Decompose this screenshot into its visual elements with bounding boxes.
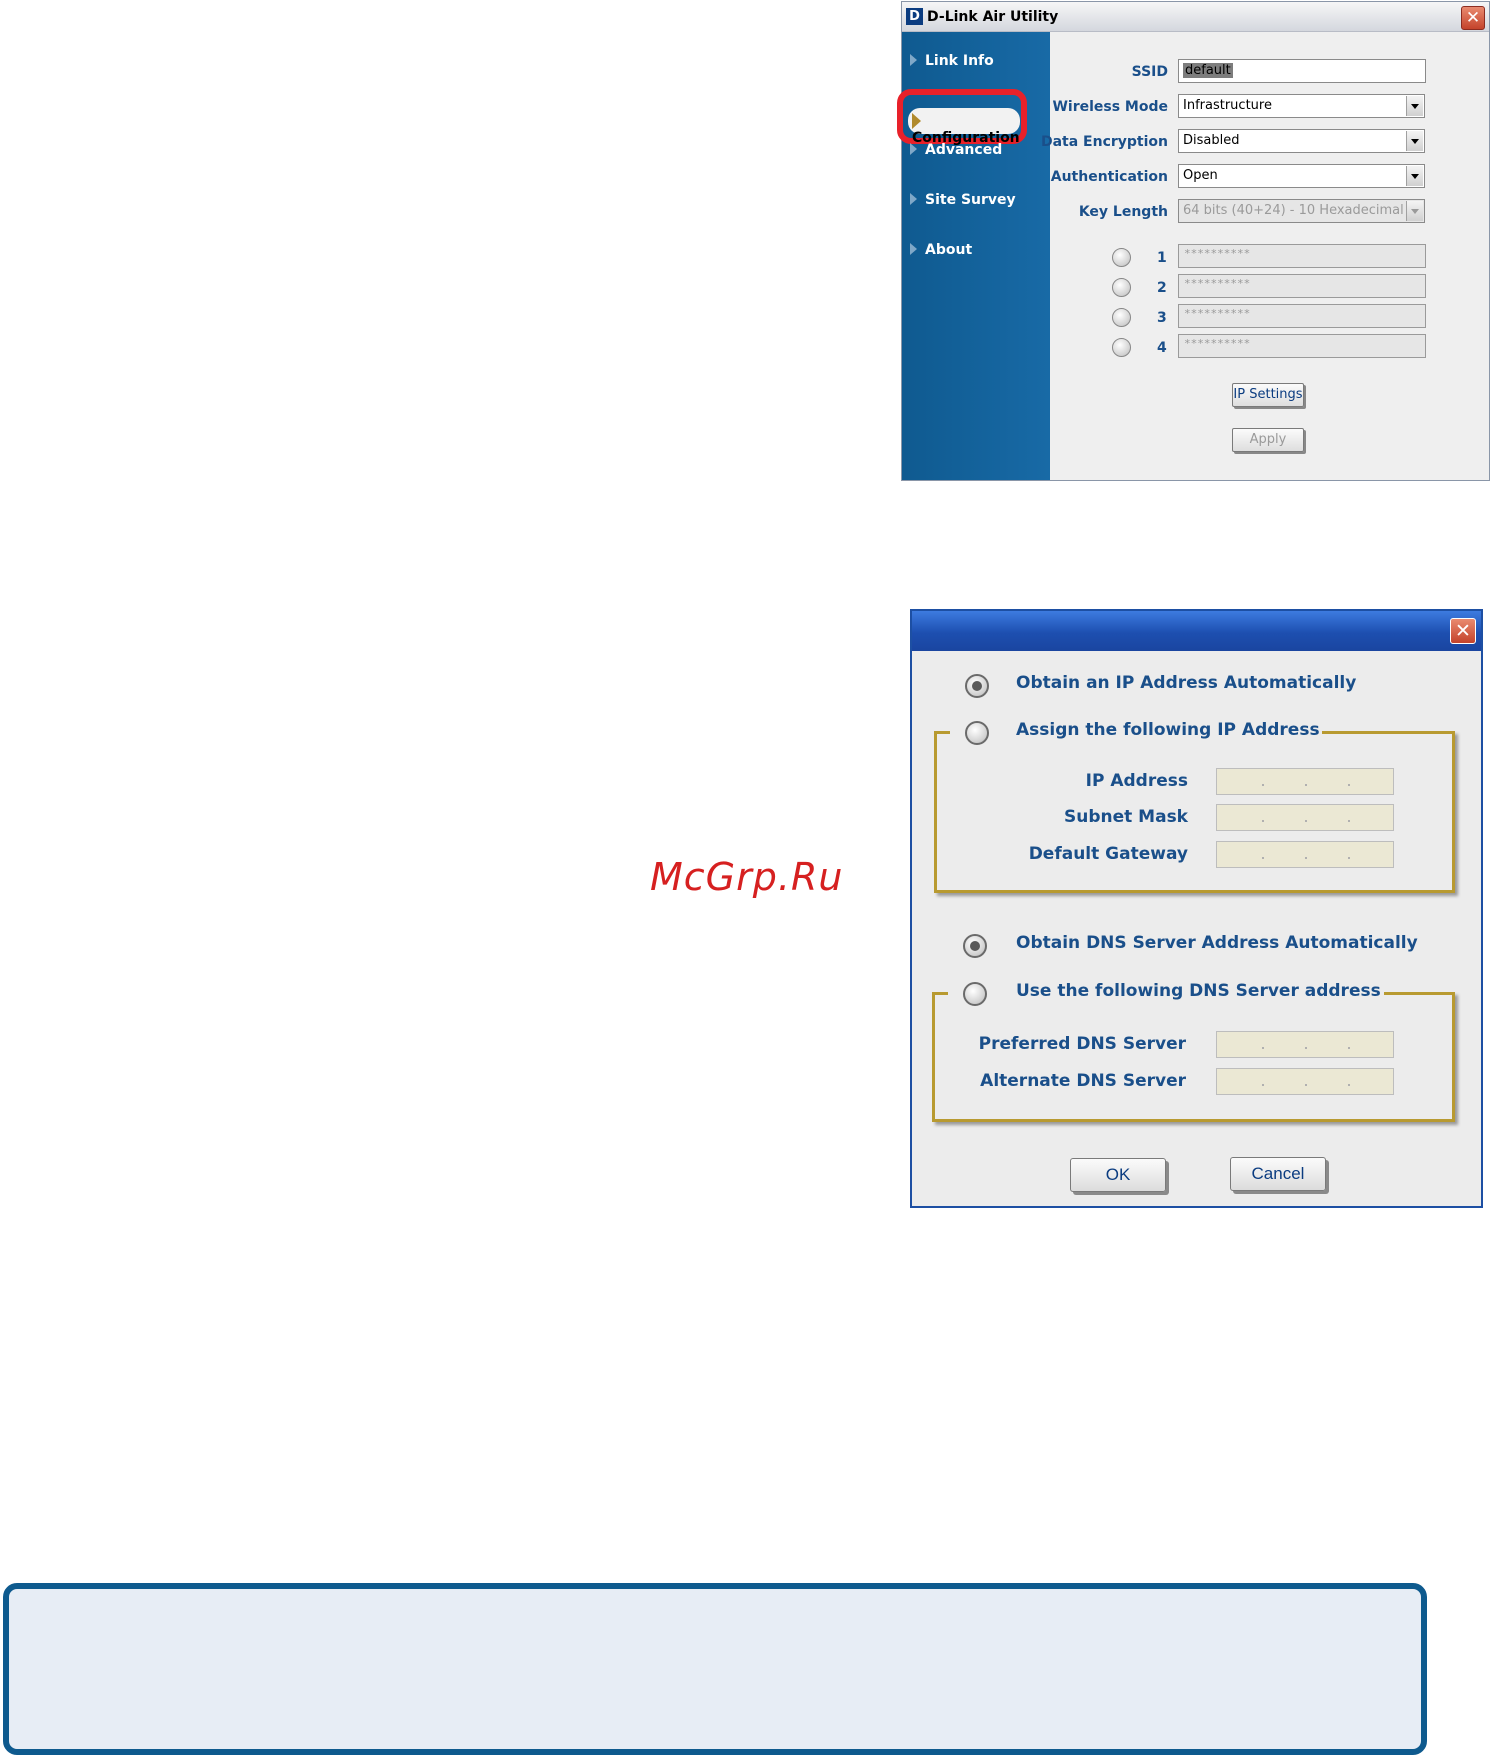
cancel-button[interactable]: Cancel — [1230, 1157, 1326, 1191]
nav-link-info[interactable]: Link Info — [910, 53, 994, 69]
obtain-ip-auto-label: Obtain an IP Address Automatically — [1016, 673, 1357, 693]
key-4-input[interactable]: ********** — [1178, 334, 1426, 358]
key-3-input[interactable]: ********** — [1178, 304, 1426, 328]
key-2-radio[interactable] — [1112, 278, 1131, 297]
key-3-radio[interactable] — [1112, 308, 1131, 327]
alternate-dns-label: Alternate DNS Server — [980, 1071, 1186, 1091]
ssid-label: SSID — [1131, 64, 1168, 80]
arrow-right-icon — [910, 54, 917, 66]
subnet-mask-label: Subnet Mask — [1063, 807, 1188, 827]
nav-site-survey[interactable]: Site Survey — [910, 192, 1016, 208]
key-1-radio[interactable] — [1112, 248, 1131, 267]
watermark-text: McGrp.Ru — [650, 855, 844, 899]
ip-settings-button[interactable]: IP Settings — [1232, 383, 1304, 407]
use-dns-radio[interactable] — [963, 982, 987, 1006]
preferred-dns-input[interactable] — [1216, 1031, 1394, 1058]
default-gateway-input[interactable] — [1216, 841, 1394, 868]
obtain-dns-auto-label: Obtain DNS Server Address Automatically — [1016, 933, 1418, 953]
note-box — [3, 1583, 1427, 1755]
use-dns-label: Use the following DNS Server address — [1016, 981, 1381, 1001]
ip-address-input[interactable] — [1216, 768, 1394, 795]
sidebar: Link Info Configuration Advanced Site Su… — [897, 32, 1050, 480]
apply-button[interactable]: Apply — [1232, 428, 1304, 452]
wireless-mode-label: Wireless Mode — [1052, 99, 1168, 115]
key-4-radio[interactable] — [1112, 338, 1131, 357]
dlink-logo-icon: D — [906, 8, 923, 25]
authentication-label: Authentication — [1050, 169, 1168, 185]
nav-advanced[interactable]: Advanced — [910, 142, 1002, 158]
obtain-ip-auto-radio[interactable] — [965, 674, 989, 698]
arrow-right-icon — [910, 143, 917, 155]
utility-titlebar: D D-Link Air Utility ✕ — [902, 2, 1489, 32]
subnet-mask-input[interactable] — [1216, 804, 1394, 831]
key-length-select[interactable]: 64 bits (40+24) - 10 Hexadecimal di — [1178, 199, 1425, 223]
utility-title: D-Link Air Utility — [927, 9, 1059, 25]
key-2-number: 2 — [1157, 280, 1167, 296]
chevron-down-icon[interactable] — [1406, 131, 1423, 151]
utility-close-button[interactable]: ✕ — [1461, 6, 1485, 30]
arrow-right-icon — [912, 113, 921, 129]
key-2-input[interactable]: ********** — [1178, 274, 1426, 298]
preferred-dns-label: Preferred DNS Server — [978, 1034, 1186, 1054]
authentication-select[interactable]: Open — [1178, 164, 1425, 188]
key-4-number: 4 — [1157, 340, 1167, 356]
key-length-label: Key Length — [1078, 204, 1168, 220]
dialog-close-button[interactable]: ✕ — [1450, 618, 1476, 644]
key-1-input[interactable]: ********** — [1178, 244, 1426, 268]
data-encryption-select[interactable]: Disabled — [1178, 129, 1425, 153]
key-1-number: 1 — [1157, 250, 1167, 266]
arrow-right-icon — [910, 243, 917, 255]
ssid-input[interactable]: default — [1178, 59, 1426, 83]
nav-about[interactable]: About — [910, 242, 972, 258]
air-utility-window: D D-Link Air Utility ✕ Link Info Configu… — [897, 1, 1490, 481]
key-3-number: 3 — [1157, 310, 1167, 326]
chevron-down-icon[interactable] — [1406, 96, 1423, 116]
chevron-down-icon[interactable] — [1406, 166, 1423, 186]
data-encryption-label: Data Encryption — [1040, 134, 1168, 150]
obtain-dns-auto-radio[interactable] — [963, 934, 987, 958]
nav-configuration[interactable]: Configuration — [908, 108, 1020, 146]
ok-button[interactable]: OK — [1070, 1158, 1166, 1192]
arrow-right-icon — [910, 193, 917, 205]
ip-settings-dialog: ✕ Obtain an IP Address Automatically Ass… — [910, 609, 1483, 1208]
chevron-down-icon[interactable] — [1406, 201, 1423, 221]
dialog-titlebar: ✕ — [912, 611, 1481, 651]
wireless-mode-select[interactable]: Infrastructure — [1178, 94, 1425, 118]
alternate-dns-input[interactable] — [1216, 1068, 1394, 1095]
assign-ip-radio[interactable] — [965, 721, 989, 745]
default-gateway-label: Default Gateway — [1028, 844, 1188, 864]
assign-ip-label: Assign the following IP Address — [1016, 720, 1320, 740]
ip-address-label: IP Address — [1085, 771, 1188, 791]
